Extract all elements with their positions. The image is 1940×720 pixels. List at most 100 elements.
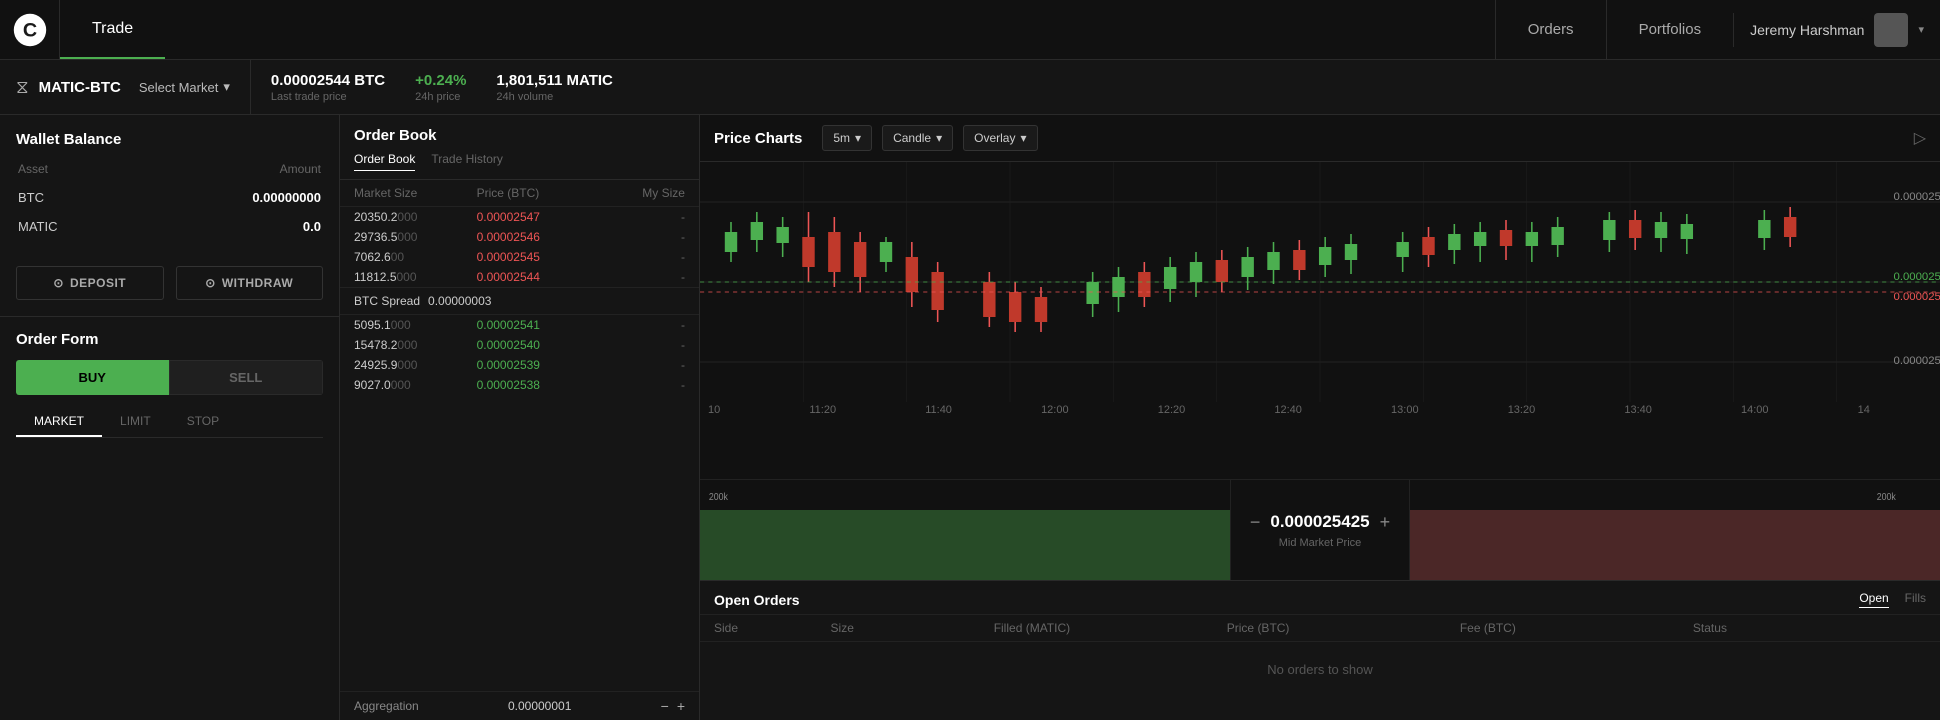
aggregation-value: 0.00000001 (508, 699, 571, 713)
ask-mysize: - (599, 210, 685, 224)
col-amount: Amount (130, 162, 321, 182)
center-panel: Order Book Order Book Trade History Mark… (340, 115, 700, 720)
last-trade-price: 0.00002544 BTC (271, 72, 385, 89)
order-book-title: Order Book (354, 127, 685, 144)
bid-size: 24925.9000 (354, 358, 477, 372)
nav-tabs: Trade (60, 0, 1495, 59)
bid-mysize: - (599, 358, 685, 372)
select-market-button[interactable]: Select Market ▾ (139, 79, 230, 95)
oo-tab-fills[interactable]: Fills (1905, 591, 1926, 608)
ask-price: 0.00002547 (477, 210, 600, 224)
svg-text:0.00002541: 0.00002541 (1894, 291, 1940, 303)
ob-agg-controls: − + (661, 698, 685, 714)
ask-mysize: - (599, 230, 685, 244)
market-stat-volume: 1,801,511 MATIC 24h volume (496, 72, 642, 103)
col-filled: Filled (MATIC) (994, 621, 1227, 635)
chart-control-overlay[interactable]: Overlay ▾ (963, 125, 1037, 151)
col-fee: Fee (BTC) (1460, 621, 1693, 635)
left-panel: Wallet Balance Asset Amount BTC 0.000000… (0, 115, 340, 720)
ask-price: 0.00002546 (477, 230, 600, 244)
bid-price: 0.00002541 (477, 318, 600, 332)
buy-tab[interactable]: BUY (16, 360, 169, 395)
last-trade-label: Last trade price (271, 91, 385, 103)
chart-control-5m[interactable]: 5m ▾ (822, 125, 872, 151)
table-row: MATIC 0.0 (18, 213, 321, 240)
chevron-down-icon: ▾ (855, 131, 861, 145)
mid-price-plus[interactable]: + (1380, 512, 1391, 533)
list-item: 9027.0000 0.00002538 - (340, 375, 699, 395)
sell-tab[interactable]: SELL (169, 360, 324, 395)
oo-empty: No orders to show (700, 642, 1940, 697)
nav-tab-trade[interactable]: Trade (60, 0, 165, 59)
list-item: 5095.1000 0.00002541 - (340, 315, 699, 335)
chevron-down-icon: ▾ (1918, 23, 1924, 36)
market-stat-price: 0.00002544 BTC Last trade price (271, 72, 415, 103)
chart-control-candle[interactable]: Candle ▾ (882, 125, 953, 151)
order-type-market[interactable]: MARKET (16, 407, 102, 437)
svg-text:C: C (22, 19, 36, 41)
right-panel: Price Charts 5m ▾ Candle ▾ Overlay ▾ ▷ (700, 115, 1940, 720)
chevron-down-icon: ▾ (936, 131, 942, 145)
ob-tab-history[interactable]: Trade History (431, 152, 503, 171)
col-side: Side (714, 621, 831, 635)
market-bar: ⧖ MATIC-BTC Select Market ▾ 0.00002544 B… (0, 60, 1940, 115)
chevron-down-icon: ▾ (1020, 131, 1026, 145)
withdraw-button[interactable]: ⊙ WITHDRAW (176, 266, 324, 300)
nav-tab-orders[interactable]: Orders (1495, 0, 1606, 59)
chart-container: 0.00002555 0.00002544 0.00002541 0.00002… (700, 162, 1940, 580)
pair-icon: ⧖ (16, 77, 29, 98)
top-nav: C Trade Orders Portfolios Jeremy Harshma… (0, 0, 1940, 60)
user-section[interactable]: Jeremy Harshman ▾ (1733, 13, 1940, 47)
ask-size: 20350.2000 (354, 210, 477, 224)
order-book-header: Order Book Order Book Trade History (340, 115, 699, 180)
order-type-limit[interactable]: LIMIT (102, 407, 169, 437)
chevron-down-icon: ▾ (223, 79, 230, 95)
bid-mysize: - (599, 378, 685, 392)
ob-aggregation: Aggregation 0.00000001 − + (340, 691, 699, 720)
list-item: 29736.5000 0.00002546 - (340, 227, 699, 247)
ask-size: 11812.5000 (354, 270, 477, 284)
logo: C (0, 0, 60, 59)
table-row: BTC 0.00000000 (18, 184, 321, 211)
bid-size: 5095.1000 (354, 318, 477, 332)
oo-header: Open Orders Open Fills (700, 581, 1940, 615)
mid-price-minus[interactable]: − (1250, 512, 1261, 533)
ob-spread: BTC Spread 0.00000003 (340, 287, 699, 315)
pair-name: MATIC-BTC (39, 79, 121, 96)
chart-expand-icon[interactable]: ▷ (1914, 128, 1926, 148)
mid-price-section: − 0.000025425 + Mid Market Price (1230, 480, 1410, 580)
agg-minus-button[interactable]: − (661, 698, 669, 714)
asks-list: 20350.2000 0.00002547 - 29736.5000 0.000… (340, 207, 699, 287)
spread-label: BTC Spread (354, 294, 420, 308)
nav-tab-portfolios[interactable]: Portfolios (1606, 0, 1734, 59)
list-item: 24925.9000 0.00002539 - (340, 355, 699, 375)
main-layout: Wallet Balance Asset Amount BTC 0.000000… (0, 115, 1940, 720)
col-status: Status (1693, 621, 1926, 635)
market-stat-change: +0.24% 24h price (415, 72, 496, 103)
asset-amount-matic: 0.0 (130, 213, 321, 240)
ob-tab-book[interactable]: Order Book (354, 152, 415, 171)
svg-text:0.00002533: 0.00002533 (1894, 355, 1940, 367)
avatar (1874, 13, 1908, 47)
open-orders-title: Open Orders (714, 592, 800, 608)
buy-sell-tabs: BUY SELL (16, 360, 323, 395)
wallet-section: Wallet Balance Asset Amount BTC 0.000000… (0, 115, 339, 317)
ob-col-headers: Market Size Price (BTC) My Size (340, 180, 699, 207)
bid-size: 15478.2000 (354, 338, 477, 352)
price-change-label: 24h price (415, 91, 466, 103)
order-type-stop[interactable]: STOP (169, 407, 237, 437)
svg-text:0.00002555: 0.00002555 (1894, 191, 1940, 203)
bid-price: 0.00002538 (477, 378, 600, 392)
mid-price-label: Mid Market Price (1279, 537, 1362, 549)
deposit-button[interactable]: ⊙ DEPOSIT (16, 266, 164, 300)
bid-mysize: - (599, 318, 685, 332)
market-stats: 0.00002544 BTC Last trade price +0.24% 2… (251, 72, 643, 103)
col-size: Size (831, 621, 994, 635)
col-asset: Asset (18, 162, 128, 182)
oo-tab-open[interactable]: Open (1859, 591, 1888, 608)
bid-price: 0.00002540 (477, 338, 600, 352)
svg-text:200k: 200k (709, 490, 728, 502)
ask-size: 7062.600 (354, 250, 477, 264)
agg-plus-button[interactable]: + (677, 698, 685, 714)
asset-amount-btc: 0.00000000 (130, 184, 321, 211)
